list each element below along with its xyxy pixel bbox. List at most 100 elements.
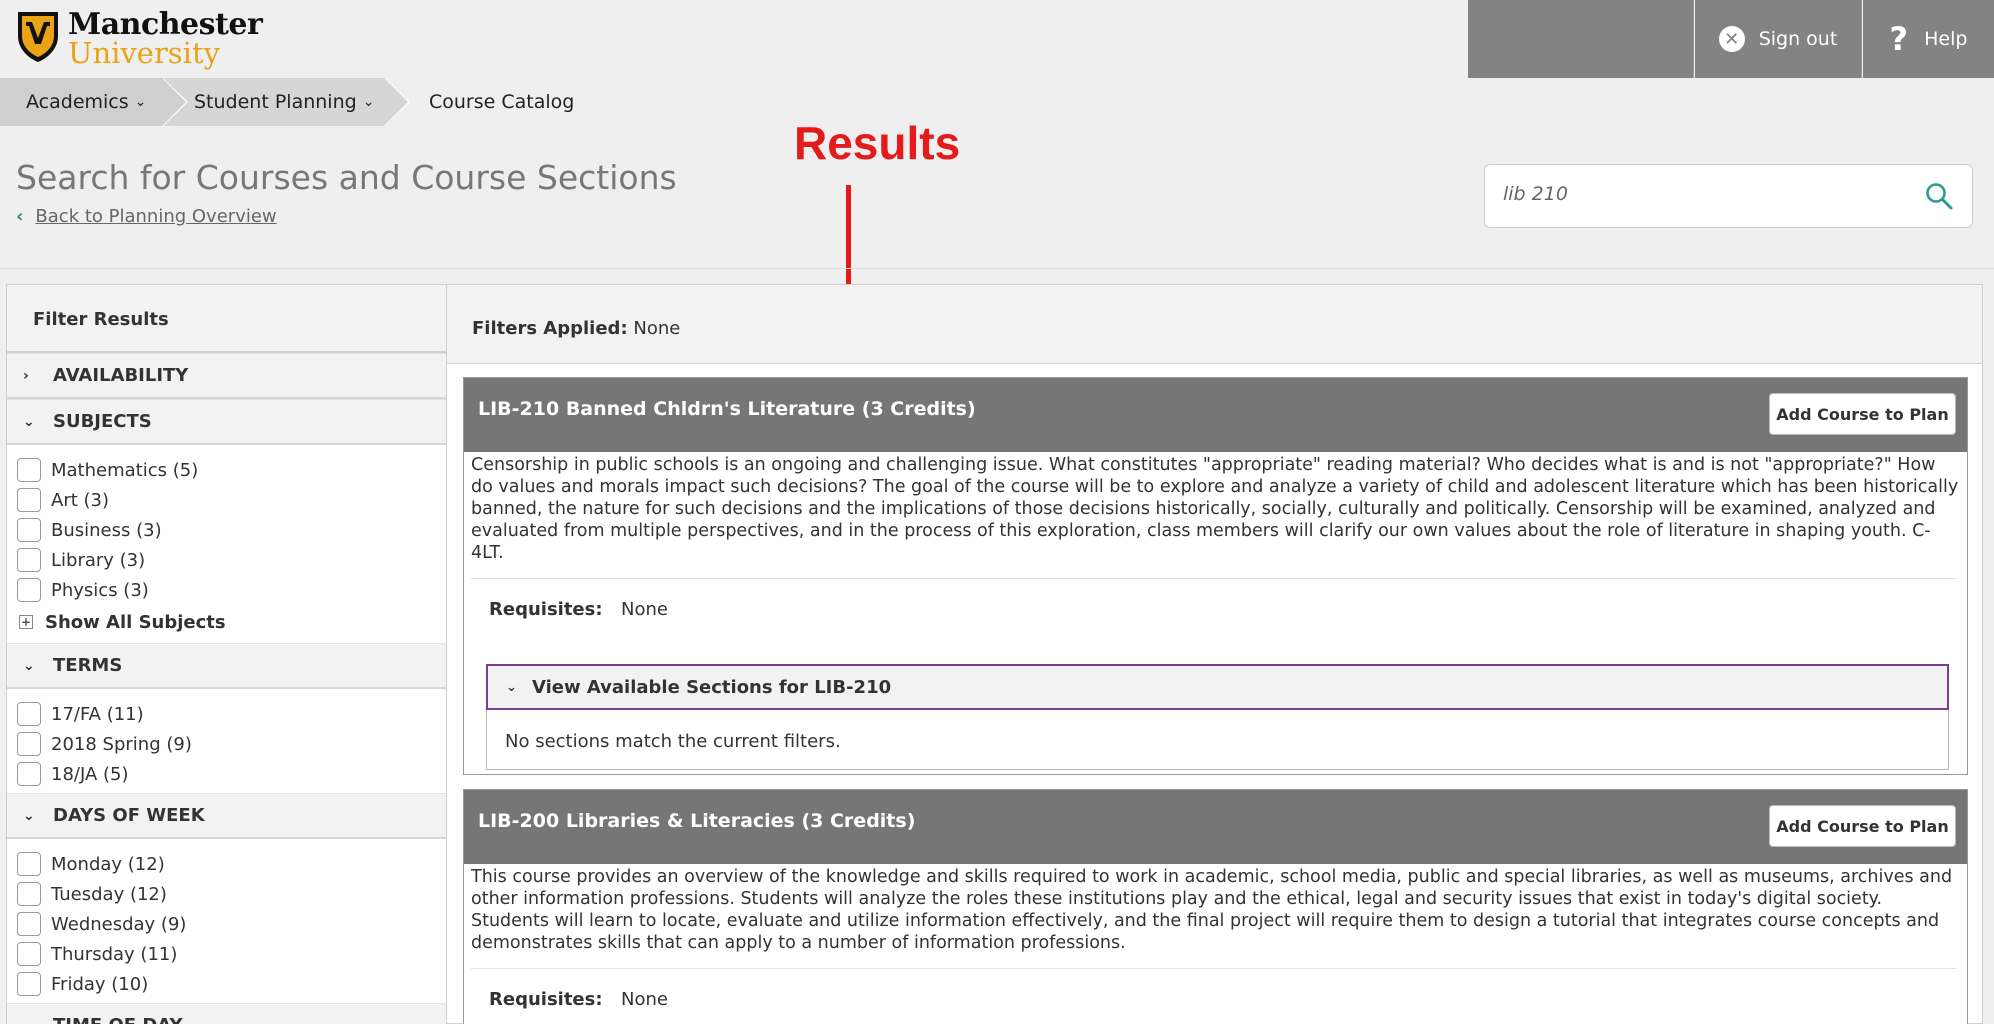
filter-option[interactable]: Library (3) — [17, 545, 446, 575]
chevron-down-icon: ⌄ — [23, 657, 35, 674]
breadcrumb-student-planning[interactable]: Student Planning ⌄ — [162, 78, 410, 126]
option-label: Art (3) — [51, 489, 109, 511]
chevron-down-icon: ⌄ — [23, 1018, 53, 1024]
terms-options: 17/FA (11) 2018 Spring (9) 18/JA (5) — [7, 689, 446, 793]
filter-section-label: AVAILABILITY — [53, 365, 189, 386]
option-label: Friday (10) — [51, 973, 149, 995]
checkbox[interactable] — [17, 912, 41, 936]
filter-section-time-of-day[interactable]: ⌄ TIME OF DAY — [7, 1003, 446, 1024]
filter-section-availability[interactable]: › AVAILABILITY — [7, 353, 446, 399]
breadcrumb: Academics ⌄ Student Planning ⌄ Course Ca… — [0, 78, 574, 126]
page-title: Search for Courses and Course Sections — [16, 158, 677, 197]
filters-applied: Filters Applied: None — [447, 285, 1982, 364]
filter-option[interactable]: 17/FA (11) — [17, 699, 446, 729]
checkbox[interactable] — [17, 732, 41, 756]
checkbox[interactable] — [17, 488, 41, 512]
breadcrumb-label: Academics — [26, 91, 129, 113]
results-panel: Filters Applied: None LIB-210 Banned Chl… — [446, 284, 1983, 1024]
filters-applied-value: None — [633, 318, 681, 339]
search-input[interactable] — [1503, 183, 1903, 205]
view-sections-toggle[interactable]: ⌄ View Available Sections for LIB-210 — [486, 664, 1949, 710]
search-icon[interactable] — [1924, 181, 1954, 211]
course-header: LIB-200 Libraries & Literacies (3 Credit… — [464, 790, 1967, 864]
course-title: LIB-200 Libraries & Literacies (3 Credit… — [478, 810, 916, 832]
filters-applied-label: Filters Applied: — [472, 318, 628, 339]
checkbox[interactable] — [17, 972, 41, 996]
filter-option[interactable]: Friday (10) — [17, 969, 446, 999]
filter-section-subjects[interactable]: ⌄ SUBJECTS — [7, 399, 446, 445]
filter-section-days-of-week[interactable]: ⌄ DAYS OF WEEK — [7, 793, 446, 839]
filter-option[interactable]: Tuesday (12) — [17, 879, 446, 909]
checkbox[interactable] — [17, 548, 41, 572]
university-logo[interactable]: Manchester University — [16, 10, 263, 68]
filter-section-label: TERMS — [53, 655, 123, 676]
breadcrumb-academics[interactable]: Academics ⌄ — [0, 78, 188, 126]
checkbox[interactable] — [17, 852, 41, 876]
filter-section-label: DAYS OF WEEK — [53, 805, 205, 826]
filter-option[interactable]: Thursday (11) — [17, 939, 446, 969]
checkbox[interactable] — [17, 518, 41, 542]
show-all-label: Show All Subjects — [45, 611, 226, 633]
add-course-to-plan-button[interactable]: Add Course to Plan — [1769, 805, 1956, 847]
course-search-box — [1484, 164, 1973, 228]
checkbox[interactable] — [17, 458, 41, 482]
no-sections-message: No sections match the current filters. — [505, 731, 841, 752]
results-annotation: Results — [794, 117, 961, 169]
chevron-down-icon: ⌄ — [23, 413, 35, 430]
filter-option[interactable]: Wednesday (9) — [17, 909, 446, 939]
header-blank-area — [1468, 0, 1694, 78]
checkbox[interactable] — [17, 702, 41, 726]
filter-option[interactable]: Monday (12) — [17, 849, 446, 879]
chevron-left-icon: ‹ — [16, 206, 24, 227]
requisites-value: None — [621, 599, 668, 620]
back-link-label: Back to Planning Overview — [35, 206, 277, 227]
checkbox[interactable] — [17, 762, 41, 786]
option-label: 18/JA (5) — [51, 763, 129, 785]
available-sections: ⌄ View Available Sections for LIB-210 No… — [486, 664, 1949, 770]
option-label: Library (3) — [51, 549, 146, 571]
checkbox[interactable] — [17, 882, 41, 906]
top-header: Manchester University ✕ Sign out ? Help — [0, 0, 1994, 78]
filter-option[interactable]: Business (3) — [17, 515, 446, 545]
chevron-down-icon: ⌄ — [134, 94, 147, 110]
breadcrumb-course-catalog: Course Catalog — [429, 91, 575, 113]
course-description: Censorship in public schools is an ongoi… — [471, 455, 1959, 563]
filter-sidebar: Filter Results › AVAILABILITY ⌄ SUBJECTS… — [6, 284, 447, 1024]
course-description: This course provides an overview of the … — [471, 867, 1953, 953]
filter-option[interactable]: 2018 Spring (9) — [17, 729, 446, 759]
view-sections-label: View Available Sections for LIB-210 — [532, 676, 892, 698]
show-all-subjects-link[interactable]: + Show All Subjects — [17, 605, 446, 639]
help-button[interactable]: ? Help — [1863, 0, 1994, 78]
filter-option[interactable]: 18/JA (5) — [17, 759, 446, 789]
option-label: Wednesday (9) — [51, 913, 187, 935]
option-label: Mathematics (5) — [51, 459, 199, 481]
checkbox[interactable] — [17, 578, 41, 602]
filter-option[interactable]: Physics (3) — [17, 575, 446, 605]
requisites-value: None — [621, 989, 668, 1010]
requisites-label: Requisites: — [489, 989, 603, 1010]
shield-logo-icon — [18, 12, 58, 62]
chevron-down-icon: ⌄ — [362, 94, 375, 110]
question-icon: ? — [1889, 20, 1909, 58]
subjects-options: Mathematics (5) Art (3) Business (3) Lib… — [7, 445, 446, 643]
course-requisites: Requisites: None — [464, 969, 1967, 1010]
sign-out-label: Sign out — [1758, 28, 1838, 50]
annotation-arrow-line — [846, 185, 851, 295]
filter-results-title: Filter Results — [7, 285, 446, 353]
option-label: Physics (3) — [51, 579, 149, 601]
breadcrumb-label: Student Planning — [194, 91, 357, 113]
course-requisites: Requisites: None — [464, 579, 1967, 620]
back-to-planning-link[interactable]: ‹ Back to Planning Overview — [16, 206, 277, 227]
option-label: Tuesday (12) — [51, 883, 167, 905]
filter-section-terms[interactable]: ⌄ TERMS — [7, 643, 446, 689]
option-label: 17/FA (11) — [51, 703, 144, 725]
add-course-to-plan-button[interactable]: Add Course to Plan — [1769, 393, 1956, 435]
sign-out-button[interactable]: ✕ Sign out — [1695, 0, 1862, 78]
filter-option[interactable]: Mathematics (5) — [17, 455, 446, 485]
option-label: Thursday (11) — [51, 943, 178, 965]
divider — [0, 268, 1994, 269]
filter-option[interactable]: Art (3) — [17, 485, 446, 515]
checkbox[interactable] — [17, 942, 41, 966]
chevron-down-icon: ⌄ — [23, 807, 35, 824]
chevron-right-icon: › — [23, 367, 29, 384]
